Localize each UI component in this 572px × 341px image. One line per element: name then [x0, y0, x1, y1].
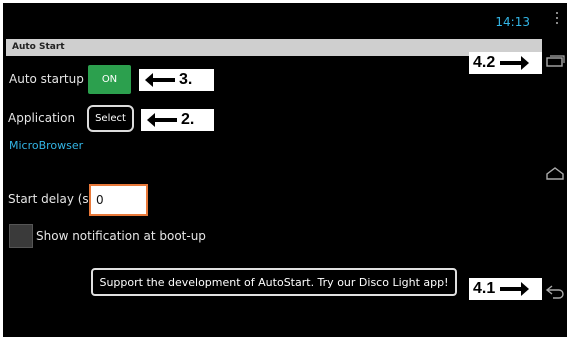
arrow-right-icon [500, 56, 530, 70]
auto-startup-toggle[interactable]: ON [88, 65, 131, 94]
promo-toast: Support the development of AutoStart. Tr… [91, 268, 457, 296]
auto-startup-label: Auto startup [9, 72, 84, 86]
status-time: 14:13 [495, 15, 530, 29]
application-label: Application [8, 111, 76, 125]
callout-4-2-label: 4.2 [473, 54, 496, 71]
promo-toast-text: Support the development of AutoStart. Tr… [99, 275, 449, 289]
device-screen: 14:13 Auto Start Auto startup ON 3. Appl… [3, 3, 567, 337]
arrow-left-icon [145, 73, 175, 87]
recent-apps-icon[interactable] [544, 53, 566, 69]
select-application-button[interactable]: Select [87, 105, 134, 132]
show-notification-checkbox[interactable] [9, 224, 33, 248]
back-icon[interactable] [544, 283, 566, 299]
selected-application-name[interactable]: MicroBrowser [9, 139, 83, 152]
callout-3-label: 3. [179, 71, 193, 88]
callout-4-2: 4.2 [469, 52, 543, 74]
system-nav-bar [542, 3, 567, 337]
home-icon[interactable] [544, 166, 566, 182]
overflow-menu-icon[interactable] [556, 12, 559, 24]
arrow-left-icon [147, 113, 177, 127]
callout-2-label: 2. [181, 111, 195, 128]
start-delay-label: Start delay (s) [8, 192, 94, 206]
start-delay-input[interactable] [89, 184, 148, 216]
callout-2: 2. [141, 109, 214, 131]
callout-4-1-label: 4.1 [473, 280, 496, 297]
callout-4-1: 4.1 [469, 278, 543, 300]
app-title-bar: Auto Start [6, 39, 542, 56]
callout-3: 3. [139, 69, 214, 91]
app-title: Auto Start [12, 42, 65, 52]
show-notification-label: Show notification at boot-up [36, 229, 206, 243]
arrow-right-icon [500, 282, 530, 296]
